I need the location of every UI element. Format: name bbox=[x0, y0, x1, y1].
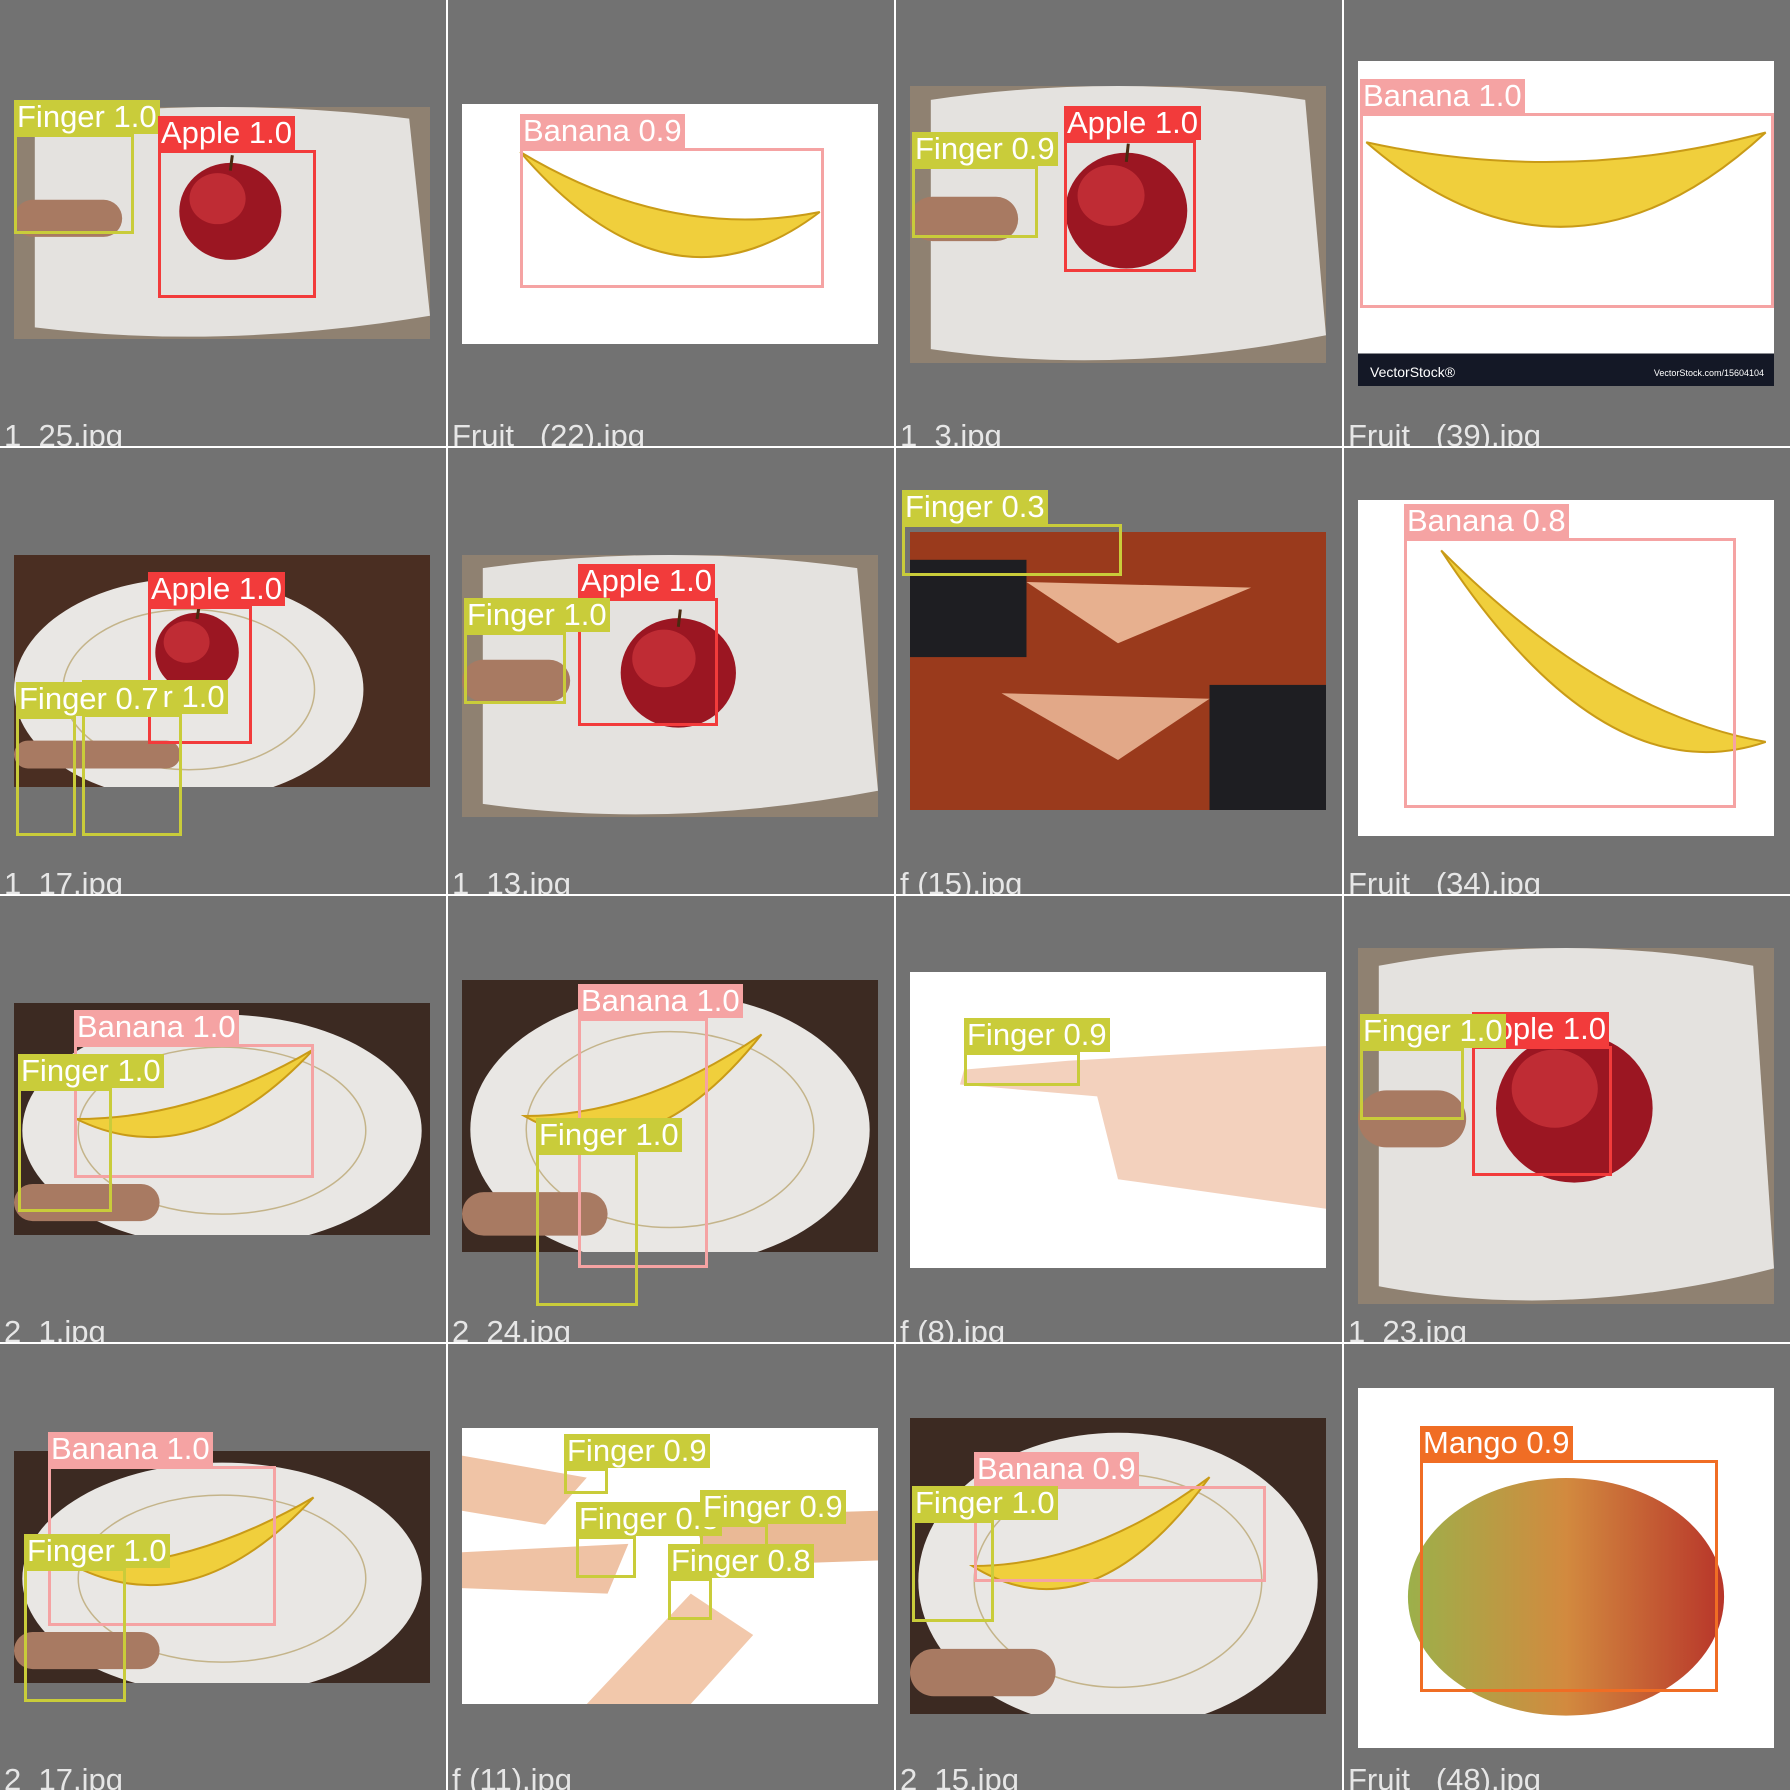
detection-label: Finger 0.9 bbox=[964, 1018, 1110, 1052]
detection-label: Apple 1.0 bbox=[158, 116, 295, 150]
image-filename: f (8).jpg bbox=[900, 1314, 1006, 1342]
detection-box-finger: Finger 0.8 bbox=[576, 1502, 722, 1578]
detection-label: Apple 1.0 bbox=[148, 572, 285, 606]
detection-box-finger: Finger 0.9 bbox=[564, 1434, 710, 1494]
image-filename: 1_25.jpg bbox=[4, 418, 123, 446]
detection-label: Finger 0.8 bbox=[668, 1544, 814, 1578]
detection-label: Finger 0.9 bbox=[564, 1434, 710, 1468]
detection-box-finger: Finger 0.7 bbox=[16, 682, 162, 836]
detection-box-apple: Apple 1.0 bbox=[1472, 1012, 1612, 1176]
detection-label: Finger 1.0 bbox=[14, 100, 160, 134]
detection-box-finger: Finger 1.0 bbox=[536, 1118, 682, 1306]
result-tile: Banana 0.9 Finger 1.0 2_15.jpg bbox=[896, 1344, 1342, 1790]
detection-label: Finger 0.7 bbox=[16, 682, 162, 716]
detection-box-finger: Finger 0.9 bbox=[912, 132, 1058, 238]
image-filename: 2_17.jpg bbox=[4, 1762, 123, 1790]
result-tile: Apple 1.0 Finger 1.0Finger 0.7 1_17.jpg bbox=[0, 448, 446, 894]
result-tile: Banana 0.8 Fruit_ (34).jpg bbox=[1344, 448, 1790, 894]
result-tile: Apple 1.0 Finger 1.0 1_23.jpg bbox=[1344, 896, 1790, 1342]
detection-label: Finger 1.0 bbox=[1360, 1014, 1506, 1048]
detection-label: Apple 1.0 bbox=[578, 564, 715, 598]
result-tile: VectorStock® VectorStock.com/15604104 Bana… bbox=[1344, 0, 1790, 446]
detection-box-banana: Banana 0.9 bbox=[520, 114, 824, 288]
image-filename: 2_24.jpg bbox=[452, 1314, 571, 1342]
image-filename: 1_13.jpg bbox=[452, 866, 571, 894]
detection-label: Banana 0.9 bbox=[974, 1452, 1139, 1486]
detection-box-finger: Finger 0.9 bbox=[964, 1018, 1110, 1086]
image-filename: 2_15.jpg bbox=[900, 1762, 1019, 1790]
detection-label: Apple 1.0 bbox=[1064, 106, 1201, 140]
detection-label: Finger 1.0 bbox=[18, 1054, 164, 1088]
detection-label: Banana 1.0 bbox=[48, 1432, 213, 1466]
image-filename: Fruit_ (48).jpg bbox=[1348, 1762, 1541, 1790]
detection-label: Banana 0.8 bbox=[1404, 504, 1569, 538]
result-tile: Banana 0.9 Fruit_ (22).jpg bbox=[448, 0, 894, 446]
detection-label: Finger 1.0 bbox=[464, 598, 610, 632]
result-tile: Apple 1.0 Finger 0.9 1_3.jpg bbox=[896, 0, 1342, 446]
detection-box-finger: Finger 1.0 bbox=[912, 1486, 1058, 1622]
image-filename: f (15).jpg bbox=[900, 866, 1023, 894]
image-filename: 1_3.jpg bbox=[900, 418, 1002, 446]
watermark-left: VectorStock® bbox=[1370, 364, 1456, 380]
detection-box-finger: Finger 0.3 bbox=[902, 490, 1122, 576]
detection-label: Banana 1.0 bbox=[1360, 79, 1525, 113]
watermark-right: VectorStock.com/15604104 bbox=[1653, 368, 1764, 378]
result-tile: Finger 0.9 f (8).jpg bbox=[896, 896, 1342, 1342]
result-tile: Finger 1.0 Apple 1.0 1_25.jpg bbox=[0, 0, 446, 446]
image-filename: 2_1.jpg bbox=[4, 1314, 106, 1342]
result-tile: Banana 1.0 Finger 1.0 2_24.jpg bbox=[448, 896, 894, 1342]
detection-box-apple: Apple 1.0 bbox=[1064, 106, 1201, 272]
detection-label: Finger 0.3 bbox=[902, 490, 1048, 524]
detection-label: Banana 1.0 bbox=[578, 984, 743, 1018]
result-tile: Finger 0.9 Finger 0.8 Finger 0.9 Finger 0.8… bbox=[448, 1344, 894, 1790]
detection-label: Banana 1.0 bbox=[74, 1010, 239, 1044]
image-filename: 1_23.jpg bbox=[1348, 1314, 1467, 1342]
detection-label: Banana 0.9 bbox=[520, 114, 685, 148]
result-tile: Finger 0.3 f (15).jpg bbox=[896, 448, 1342, 894]
detection-label: Finger 1.0 bbox=[24, 1534, 170, 1568]
detection-box-banana: Banana 1.0 bbox=[1360, 79, 1774, 308]
detection-label: Finger 1.0 bbox=[536, 1118, 682, 1152]
result-tile: Apple 1.0 Finger 1.0 1_13.jpg bbox=[448, 448, 894, 894]
detection-box-banana: Banana 0.8 bbox=[1404, 504, 1736, 808]
detection-box-finger: Finger 1.0 bbox=[24, 1534, 170, 1702]
detection-box-mango: Mango 0.9 bbox=[1420, 1426, 1718, 1692]
detection-box-apple: Apple 1.0 bbox=[158, 116, 316, 298]
detection-label: Finger 0.9 bbox=[912, 132, 1058, 166]
detection-box-finger: Finger 1.0 bbox=[18, 1054, 164, 1212]
detection-box-finger: Finger 1.0 bbox=[1360, 1014, 1506, 1120]
detection-box-finger: Finger 1.0 bbox=[14, 100, 160, 234]
image-filename: Fruit_ (39).jpg bbox=[1348, 418, 1541, 446]
result-tile: Banana 1.0 Finger 1.0 2_1.jpg bbox=[0, 896, 446, 1342]
image-filename: f (11).jpg bbox=[452, 1762, 573, 1790]
result-tile: Banana 1.0 Finger 1.0 2_17.jpg bbox=[0, 1344, 446, 1790]
detection-label: Finger 1.0 bbox=[912, 1486, 1058, 1520]
detection-box-finger: Finger 1.0 bbox=[464, 598, 610, 704]
detection-results-grid: Finger 1.0 Apple 1.0 1_25.jpg Banana 0.9 Fru… bbox=[0, 0, 1792, 1792]
detection-label: Finger 0.9 bbox=[700, 1490, 846, 1524]
image-filename: Fruit_ (22).jpg bbox=[452, 418, 645, 446]
result-tile: Mango 0.9 Fruit_ (48).jpg bbox=[1344, 1344, 1790, 1790]
image-filename: Fruit_ (34).jpg bbox=[1348, 866, 1541, 894]
detection-box-finger: Finger 0.8 bbox=[668, 1544, 814, 1620]
detection-label: Mango 0.9 bbox=[1420, 1426, 1573, 1460]
image-filename: 1_17.jpg bbox=[4, 866, 123, 894]
detection-box-finger: Finger 1.0 bbox=[82, 680, 228, 836]
